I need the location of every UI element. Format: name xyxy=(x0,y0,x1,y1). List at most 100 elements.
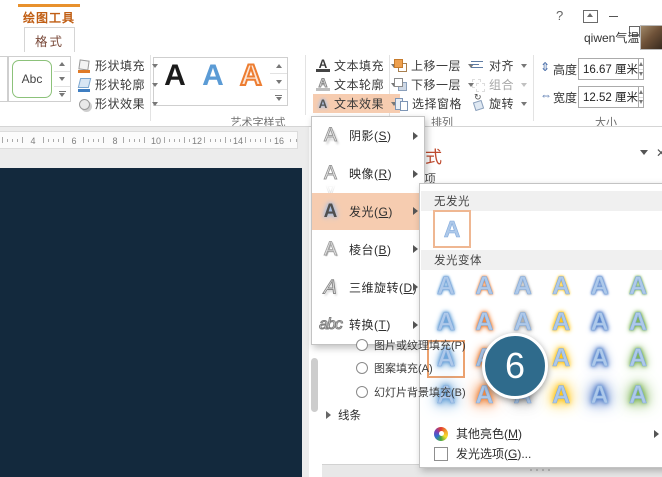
glow-variant-r2c6[interactable]: A xyxy=(621,305,655,339)
ruler-tick xyxy=(255,139,256,142)
ruler-tick xyxy=(169,139,170,142)
account-avatar[interactable] xyxy=(640,25,662,50)
radio-icon xyxy=(356,386,368,398)
shape-button-1[interactable]: 形状填充 xyxy=(77,57,158,74)
ruler-tick xyxy=(250,139,251,142)
menu-item-shadow[interactable]: A阴影(S) xyxy=(312,117,424,155)
button-label: 形状效果 xyxy=(95,95,145,112)
slide-canvas[interactable] xyxy=(0,168,302,477)
scroll-up-icon[interactable] xyxy=(54,57,70,72)
account-name[interactable]: qiwen气温 xyxy=(584,29,639,46)
gallery-more-icon[interactable] xyxy=(270,90,287,105)
minimize-icon[interactable] xyxy=(609,16,618,17)
no-glow-letter: A xyxy=(444,216,461,243)
gallery-more-icon[interactable] xyxy=(54,87,70,101)
line-section-header[interactable]: 线条 xyxy=(326,407,361,423)
glow-letter: A xyxy=(629,272,647,301)
width-field[interactable]: 12.52 厘米 xyxy=(578,86,644,108)
text-button-2[interactable]: A文本轮廓 xyxy=(313,75,400,94)
shape-button-3[interactable]: 形状效果 xyxy=(77,95,158,112)
glow-variant-r3c5[interactable]: A xyxy=(583,342,617,376)
menu-item-rotation-3d[interactable]: A三维旋转(D) xyxy=(312,268,424,306)
shape-style-sample[interactable]: Abc xyxy=(8,56,56,102)
button-label: 对齐 xyxy=(489,57,514,74)
glow-letter: A xyxy=(552,381,570,410)
height-field[interactable]: 16.67 厘米 xyxy=(578,58,644,80)
pane-close-icon[interactable]: ✕ xyxy=(656,146,662,160)
glow-variant-r1c5[interactable]: A xyxy=(583,269,617,303)
scroll-down-icon[interactable] xyxy=(54,72,70,87)
fill-option-3[interactable]: 幻灯片背景填充(B) xyxy=(356,384,466,400)
ruler-tick xyxy=(220,139,221,142)
text-button-3-active[interactable]: A文本效果 xyxy=(313,94,400,113)
gallery-resize-handle[interactable] xyxy=(528,458,552,476)
arrange-button-3[interactable]: 选择窗格 xyxy=(394,95,462,112)
glow-letter: A xyxy=(552,344,570,373)
button-label: 下移一层 xyxy=(411,76,461,93)
step-number: 6 xyxy=(505,345,525,387)
horizontal-ruler[interactable]: 46810121416 xyxy=(0,131,298,149)
glow-variant-r3c6[interactable]: A xyxy=(621,342,655,376)
glow-variant-r4c6[interactable]: A xyxy=(621,378,655,412)
arrange-button-right-3[interactable]: 旋转 xyxy=(471,95,527,112)
fill-option-2[interactable]: 图案填充(A) xyxy=(356,360,433,376)
help-icon[interactable]: ? xyxy=(556,8,563,23)
height-stepper[interactable] xyxy=(638,59,643,79)
shape-button-2[interactable]: 形状轮廓 xyxy=(77,76,158,93)
glow-options-item[interactable]: 发光选项(G)... xyxy=(434,445,531,462)
menu-item-reflection[interactable]: AA映像(R) xyxy=(312,155,424,193)
glow-variant-r2c5[interactable]: A xyxy=(583,305,617,339)
wordart-sample-3[interactable]: A xyxy=(236,59,266,93)
glow-letter: A xyxy=(591,344,609,373)
text-button-1[interactable]: A文本填充 xyxy=(313,56,400,75)
glow-variant-r3c4[interactable]: A xyxy=(544,342,578,376)
height-value[interactable]: 16.67 厘米 xyxy=(579,61,638,77)
glow-variant-r1c3[interactable]: A xyxy=(506,269,540,303)
glow-variant-r4c5[interactable]: A xyxy=(583,378,617,412)
bring-forward-icon xyxy=(394,59,407,72)
ruler-tick xyxy=(134,139,135,142)
chevron-down-icon xyxy=(521,83,527,87)
wordart-sample-2[interactable]: A xyxy=(198,59,228,93)
tab-format[interactable]: 格式 xyxy=(24,27,75,52)
glow-variant-r4c4[interactable]: A xyxy=(544,378,578,412)
transform-icon: abc xyxy=(312,315,349,334)
ruler-tick xyxy=(48,139,49,142)
width-value[interactable]: 12.52 厘米 xyxy=(579,89,638,105)
ruler-tick xyxy=(22,137,23,143)
ribbon-display-options-icon[interactable] xyxy=(583,10,598,23)
ruler-number: 6 xyxy=(67,136,81,146)
fill-option-1[interactable]: 图片或纹理填充(P) xyxy=(356,337,466,353)
ruler-tick xyxy=(184,137,185,143)
submenu-arrow-icon xyxy=(654,430,659,438)
chevron-down-icon xyxy=(521,102,527,106)
glow-variant-r1c6[interactable]: A xyxy=(621,269,655,303)
glow-variant-r2c2[interactable]: A xyxy=(467,305,501,339)
ruler-tick xyxy=(63,137,64,143)
scrollbar-thumb[interactable] xyxy=(311,358,318,412)
wordart-sample-1[interactable]: A xyxy=(160,59,190,93)
group-icon xyxy=(471,78,485,92)
arrange-button-1[interactable]: 上移一层 xyxy=(394,57,474,74)
glow-letter: A xyxy=(591,272,609,301)
width-stepper[interactable] xyxy=(638,87,643,107)
more-glow-colors-item[interactable]: 其他亮色(M) xyxy=(434,425,522,442)
contextual-tab-drawing-tools[interactable]: 绘图工具 xyxy=(12,9,86,26)
scroll-down-icon[interactable] xyxy=(270,74,287,90)
arrange-button-right-1[interactable]: 对齐 xyxy=(471,57,527,74)
no-glow-thumbnail[interactable]: A xyxy=(433,210,471,248)
glow-variant-r1c4[interactable]: A xyxy=(544,269,578,303)
menu-item-bevel[interactable]: A棱台(B) xyxy=(312,230,424,268)
glow-variant-r2c1[interactable]: A xyxy=(429,305,463,339)
arrange-button-2[interactable]: 下移一层 xyxy=(394,76,474,93)
text-fill-icon: A xyxy=(316,59,330,72)
scroll-up-icon[interactable] xyxy=(270,58,287,74)
pane-menu-chevron-icon[interactable] xyxy=(640,150,648,155)
radio-label: 幻灯片背景填充(B) xyxy=(374,384,466,400)
glow-variant-r1c2[interactable]: A xyxy=(467,269,501,303)
glow-variants-header: 发光变体 xyxy=(421,250,662,270)
glow-variant-r1c1[interactable]: A xyxy=(429,269,463,303)
glow-variant-r2c4[interactable]: A xyxy=(544,305,578,339)
ruler-tick xyxy=(123,137,124,143)
menu-item-glow[interactable]: A发光(G) xyxy=(312,193,424,231)
